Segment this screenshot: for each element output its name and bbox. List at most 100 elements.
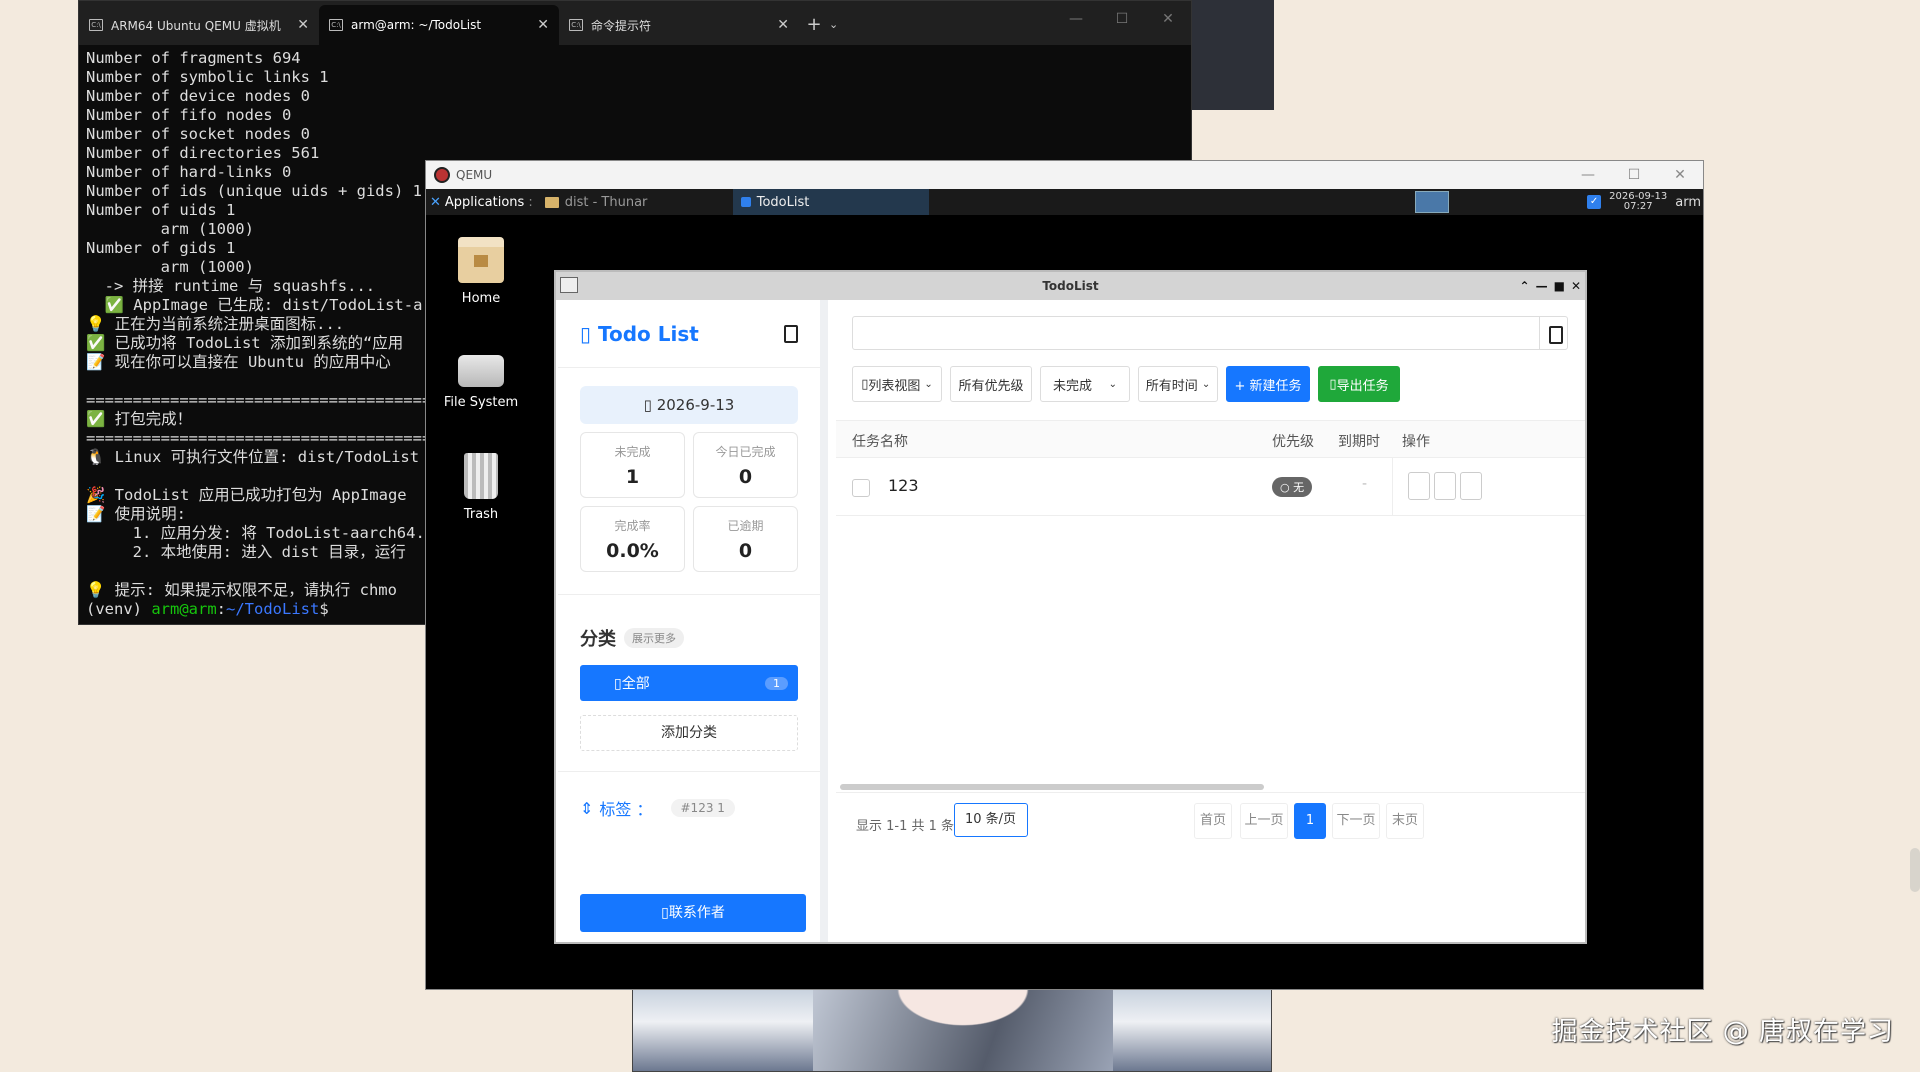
qemu-title: QEMU xyxy=(456,168,493,182)
terminal-tab-bar: C:\ ARM64 Ubuntu QEMU 虚拟机 ✕ C:\ arm@arm:… xyxy=(79,1,1191,45)
toolbar: ▯ 列表视图 ⌄ 所有优先级 未完成 ⌄ 所有时间 ⌄ + 新建任务 ▯ 导出任务 xyxy=(852,366,1400,402)
desktop-icon-label: Home xyxy=(461,291,501,306)
prev-page-button[interactable]: 上一页 xyxy=(1240,803,1288,839)
task-name: 123 xyxy=(888,476,919,495)
expand-icon[interactable]: ⇕ xyxy=(580,799,593,818)
maximize-icon[interactable]: ☐ xyxy=(1611,161,1657,189)
list-icon: ▯ xyxy=(861,376,869,392)
main-panel: ▯ 列表视图 ⌄ 所有优先级 未完成 ⌄ 所有时间 ⌄ + 新建任务 ▯ 导出任务 任务名… xyxy=(836,300,1585,942)
new-task-button[interactable]: + 新建任务 xyxy=(1226,366,1310,402)
priority-select[interactable]: 所有优先级 xyxy=(950,366,1032,402)
column-actions: 操作 xyxy=(1402,434,1430,450)
show-more-button[interactable]: 展示更多 xyxy=(624,628,684,648)
page-size-select[interactable]: 10 条/页 xyxy=(954,803,1028,837)
tags-section: ⇕ 标签 ： #123 1 xyxy=(580,796,798,820)
close-icon[interactable]: ✕ xyxy=(1571,272,1581,300)
checklist-icon: ▯ xyxy=(580,321,598,346)
last-page-button[interactable]: 末页 xyxy=(1386,803,1424,839)
search-icon[interactable] xyxy=(1539,317,1567,349)
next-page-button[interactable]: 下一页 xyxy=(1332,803,1380,839)
panel-user[interactable]: arm xyxy=(1675,195,1701,210)
desktop-icon-label: Trash xyxy=(463,507,499,522)
table-header: 任务名称 优先级 到期时 操作 xyxy=(836,420,1585,458)
xfce-panel: ✕ Applications : dist - Thunar TodoList … xyxy=(426,189,1703,215)
todolist-titlebar: TodoList ⌃ — ■ ✕ xyxy=(556,272,1585,300)
add-category-button[interactable]: 添加分类 xyxy=(580,715,798,751)
tray-check-icon[interactable]: ✓ xyxy=(1587,195,1602,209)
shade-icon[interactable]: ⌃ xyxy=(1520,272,1530,300)
stat-overdue: 已逾期 0 xyxy=(693,506,798,572)
todolist-window[interactable]: TodoList ⌃ — ■ ✕ ▯ Todo List ▯ 2026-9-13… xyxy=(554,270,1587,944)
edit-button[interactable] xyxy=(1408,472,1430,500)
minimize-icon[interactable]: — xyxy=(1053,1,1099,37)
column-name[interactable]: 任务名称 xyxy=(852,431,908,451)
delete-button[interactable] xyxy=(1434,472,1456,500)
terminal-tab-todolist[interactable]: C:\ arm@arm: ~/TodoList ✕ xyxy=(319,5,559,45)
categories-title: 分类 xyxy=(580,629,616,650)
terminal-icon: C:\ xyxy=(329,19,343,31)
horizontal-scrollbar[interactable] xyxy=(840,784,1264,790)
desktop-icon-home[interactable]: Home xyxy=(426,237,536,306)
tab-label: arm@arm: ~/TodoList xyxy=(351,18,482,32)
stat-incomplete: 未完成 1 xyxy=(580,432,685,498)
desktop-icon-trash[interactable]: Trash xyxy=(426,453,536,522)
more-button[interactable] xyxy=(1460,472,1482,500)
category-count-badge: 1 xyxy=(765,676,788,690)
close-icon[interactable]: ✕ xyxy=(1657,161,1703,189)
contact-author-button[interactable]: ▯联系作者 xyxy=(580,894,806,932)
panel-clock[interactable]: 2026-09-13 07:27 xyxy=(1609,192,1667,212)
new-tab-plus-icon[interactable]: + xyxy=(799,5,829,45)
taskbar-item-thunar[interactable]: dist - Thunar xyxy=(537,189,733,215)
applications-menu[interactable]: ✕ Applications : xyxy=(426,195,537,210)
desktop-icon-filesystem[interactable]: File System xyxy=(426,345,536,410)
column-due[interactable]: 到期时 xyxy=(1338,431,1380,451)
taskbar-label: dist - Thunar xyxy=(564,194,648,210)
sidebar-toggle-icon[interactable] xyxy=(784,324,798,343)
chevron-down-icon: ⌄ xyxy=(924,378,933,390)
time-select[interactable]: 所有时间 ⌄ xyxy=(1138,366,1218,402)
tag-chip[interactable]: #123 1 xyxy=(670,799,735,817)
export-task-button[interactable]: ▯ 导出任务 xyxy=(1318,366,1400,402)
column-priority[interactable]: 优先级 xyxy=(1272,431,1314,451)
maximize-icon[interactable]: ☐ xyxy=(1099,1,1145,37)
tab-label: ARM64 Ubuntu QEMU 虚拟机 xyxy=(111,18,281,33)
chevron-down-icon[interactable]: ⌄ xyxy=(829,5,849,45)
page-scrollbar[interactable] xyxy=(1910,848,1920,892)
home-folder-icon xyxy=(458,237,504,283)
xfce-logo-icon: ✕ xyxy=(430,194,441,210)
category-all[interactable]: ▯全部 1 xyxy=(580,665,798,701)
chevron-down-icon: ⌄ xyxy=(1201,378,1211,390)
terminal-line: Number of socket nodes 0 xyxy=(86,125,310,143)
window-menu-icon[interactable] xyxy=(560,277,578,293)
close-icon[interactable]: ✕ xyxy=(1145,1,1191,37)
first-page-button[interactable]: 首页 xyxy=(1194,803,1232,839)
terminal-line: Number of fifo nodes 0 xyxy=(86,106,292,124)
trash-icon xyxy=(464,453,498,499)
clock-time: 07:27 xyxy=(1623,201,1653,212)
close-icon[interactable]: ✕ xyxy=(537,17,549,33)
chevron-down-icon: ⌄ xyxy=(1108,378,1117,390)
contact-icon: ▯ xyxy=(661,905,669,921)
stat-today-done: 今日已完成 0 xyxy=(693,432,798,498)
taskbar-item-todolist[interactable]: TodoList xyxy=(732,189,929,215)
minimize-icon[interactable]: — xyxy=(1536,272,1548,300)
close-icon[interactable]: ✕ xyxy=(777,17,789,33)
status-select[interactable]: 未完成 ⌄ xyxy=(1040,366,1130,402)
maximize-icon[interactable]: ■ xyxy=(1554,272,1565,300)
current-page-button[interactable]: 1 xyxy=(1294,803,1326,839)
terminal-line: Number of fragments 694 xyxy=(86,49,301,67)
close-icon[interactable]: ✕ xyxy=(297,17,309,33)
app-icon xyxy=(740,197,751,207)
minimize-icon[interactable]: — xyxy=(1565,161,1611,189)
view-select[interactable]: ▯ 列表视图 ⌄ xyxy=(852,366,942,402)
window-controls: — ☐ ✕ xyxy=(1053,1,1191,37)
stat-completion-rate: 完成率 0.0% xyxy=(580,506,685,572)
terminal-tab-cmd[interactable]: C:\ 命令提示符 ✕ xyxy=(559,5,799,45)
terminal-tab-qemu[interactable]: C:\ ARM64 Ubuntu QEMU 虚拟机 ✕ xyxy=(79,5,319,45)
workspace-switcher[interactable] xyxy=(1415,191,1450,213)
task-checkbox[interactable] xyxy=(852,479,870,497)
due-date: - xyxy=(1362,476,1368,492)
search-input[interactable] xyxy=(852,316,1568,350)
table-row[interactable]: 123 ○ 无 - xyxy=(836,458,1585,516)
date-display: ▯ 2026-9-13 xyxy=(580,386,798,424)
